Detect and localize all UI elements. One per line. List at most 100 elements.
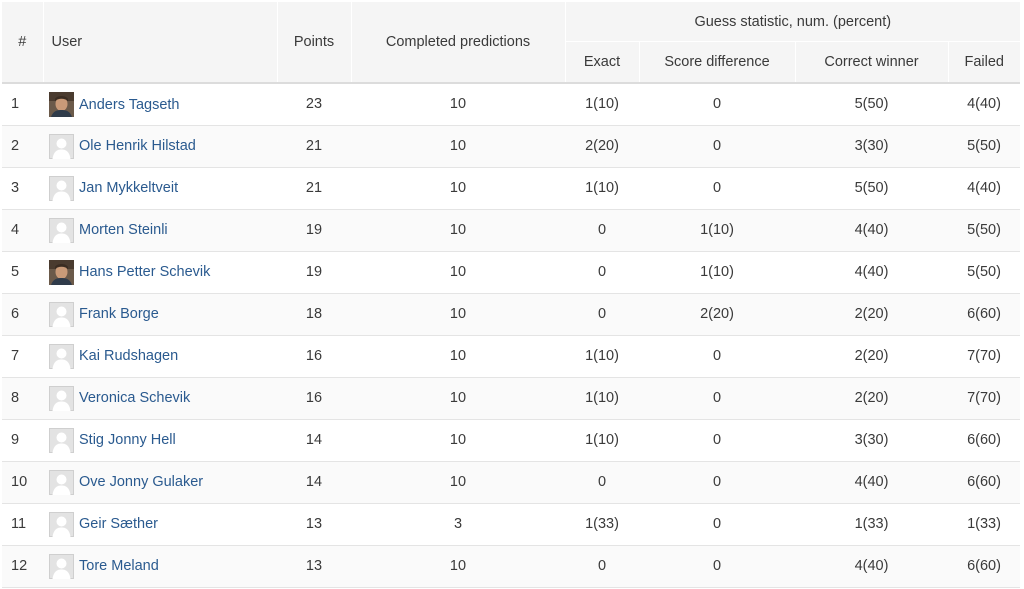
default-user-icon	[49, 175, 74, 201]
correct-winner-value: 1(33)	[854, 515, 889, 532]
default-user-icon	[49, 301, 74, 327]
correct-winner-value: 4(40)	[854, 557, 889, 574]
correct-winner-value: 4(40)	[854, 473, 889, 490]
correct-winner-cell: 2(20)	[795, 335, 948, 378]
rank-cell: 5	[2, 251, 43, 294]
points-value: 21	[305, 179, 323, 196]
points-cell: 16	[277, 377, 351, 420]
exact-value: 1(10)	[585, 389, 619, 406]
points-cell: 14	[277, 461, 351, 504]
default-user-icon	[49, 553, 74, 579]
user-cell: Stig Jonny Hell	[43, 419, 277, 462]
rank-value: 12	[11, 557, 28, 574]
exact-value: 1(33)	[585, 515, 619, 532]
completed-cell: 10	[351, 419, 565, 462]
exact-value: 1(10)	[585, 431, 619, 448]
failed-cell: 1(33)	[948, 503, 1020, 546]
points-value: 21	[305, 137, 323, 154]
user-profile-link[interactable]: Jan Mykkeltveit	[49, 175, 179, 201]
exact-cell: 1(10)	[565, 83, 639, 126]
rank-cell: 1	[2, 83, 43, 126]
failed-value: 6(60)	[967, 305, 1001, 322]
rank-value: 3	[11, 179, 20, 196]
user-name: Anders Tagseth	[79, 96, 180, 113]
completed-cell: 10	[351, 83, 565, 126]
exact-cell: 1(10)	[565, 167, 639, 210]
failed-value: 6(60)	[967, 431, 1001, 448]
failed-value: 7(70)	[967, 389, 1001, 406]
user-profile-link[interactable]: Kai Rudshagen	[49, 343, 178, 369]
exact-value: 0	[597, 263, 607, 280]
score-difference-cell: 0	[639, 419, 795, 462]
rank-value: 5	[11, 263, 20, 280]
default-user-icon	[49, 511, 74, 537]
score-difference-cell: 1(10)	[639, 251, 795, 294]
score-difference-cell: 0	[639, 503, 795, 546]
default-user-icon	[49, 343, 74, 369]
failed-cell: 5(50)	[948, 251, 1020, 294]
user-cell: Geir Sæther	[43, 503, 277, 546]
completed-cell: 10	[351, 545, 565, 588]
user-profile-link[interactable]: Frank Borge	[49, 301, 159, 327]
score-difference-cell: 0	[639, 125, 795, 168]
user-profile-link[interactable]: Stig Jonny Hell	[49, 427, 176, 453]
score-difference-cell: 0	[639, 461, 795, 504]
table-row: 1 Anders Tagseth 23 10 1(10) 0 5(50) 4(4…	[2, 83, 1020, 126]
user-profile-link[interactable]: Geir Sæther	[49, 511, 158, 537]
points-value: 14	[305, 431, 323, 448]
points-value: 18	[305, 305, 323, 322]
correct-winner-cell: 2(20)	[795, 293, 948, 336]
failed-cell: 5(50)	[948, 209, 1020, 252]
exact-value: 0	[597, 557, 607, 574]
user-profile-link[interactable]: Tore Meland	[49, 553, 159, 579]
exact-cell: 0	[565, 461, 639, 504]
points-cell: 21	[277, 167, 351, 210]
correct-winner-cell: 4(40)	[795, 545, 948, 588]
user-profile-link[interactable]: Hans Petter Schevik	[49, 259, 210, 285]
user-cell: Anders Tagseth	[43, 83, 277, 126]
failed-value: 4(40)	[967, 179, 1001, 196]
correct-winner-cell: 1(33)	[795, 503, 948, 546]
table-row: 7 Kai Rudshagen 16 10 1(10) 0 2(20) 7(70…	[2, 335, 1020, 378]
completed-cell: 10	[351, 125, 565, 168]
user-cell: Tore Meland	[43, 545, 277, 588]
user-profile-link[interactable]: Morten Steinli	[49, 217, 168, 243]
user-profile-link[interactable]: Veronica Schevik	[49, 385, 190, 411]
table-row: 4 Morten Steinli 19 10 0 1(10) 4(40) 5(5…	[2, 209, 1020, 252]
correct-winner-cell: 3(30)	[795, 419, 948, 462]
completed-value: 10	[449, 221, 467, 238]
rank-cell: 9	[2, 419, 43, 462]
score-difference-value: 0	[712, 179, 722, 196]
default-user-icon	[49, 133, 74, 159]
rank-value: 8	[11, 389, 20, 406]
failed-value: 6(60)	[967, 473, 1001, 490]
points-value: 16	[305, 389, 323, 406]
correct-winner-value: 4(40)	[854, 221, 889, 238]
points-value: 16	[305, 347, 323, 364]
user-cell: Frank Borge	[43, 293, 277, 336]
exact-value: 2(20)	[585, 137, 619, 154]
failed-cell: 6(60)	[948, 545, 1020, 588]
correct-winner-value: 2(20)	[854, 305, 889, 322]
points-value: 13	[305, 515, 323, 532]
failed-cell: 6(60)	[948, 461, 1020, 504]
completed-cell: 10	[351, 293, 565, 336]
exact-cell: 0	[565, 209, 639, 252]
user-profile-link[interactable]: Ove Jonny Gulaker	[49, 469, 204, 495]
user-profile-link[interactable]: Ole Henrik Hilstad	[49, 133, 196, 159]
completed-value: 10	[449, 305, 467, 322]
exact-cell: 1(33)	[565, 503, 639, 546]
exact-value: 0	[597, 305, 607, 322]
rank-cell: 3	[2, 167, 43, 210]
completed-value: 10	[449, 557, 467, 574]
user-name: Jan Mykkeltveit	[79, 180, 179, 196]
exact-value: 0	[597, 473, 607, 490]
rank-cell: 6	[2, 293, 43, 336]
table-row: 3 Jan Mykkeltveit 21 10 1(10) 0 5(50) 4(…	[2, 167, 1020, 210]
points-value: 13	[305, 557, 323, 574]
default-user-icon	[49, 427, 74, 453]
user-name: Ove Jonny Gulaker	[79, 474, 204, 490]
table-row: 12 Tore Meland 13 10 0 0 4(40) 6(60)	[2, 545, 1020, 588]
user-profile-link[interactable]: Anders Tagseth	[49, 92, 180, 117]
failed-cell: 4(40)	[948, 167, 1020, 210]
